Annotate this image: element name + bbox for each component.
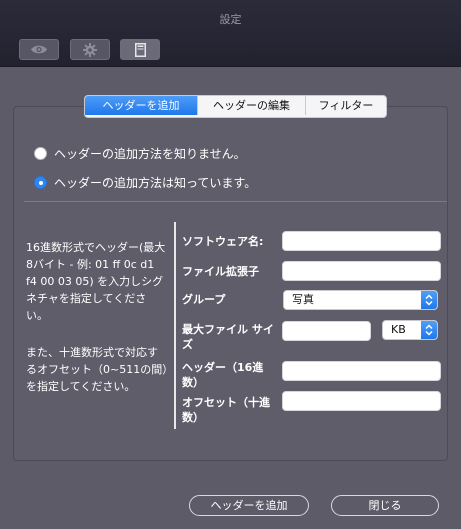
add-header-button[interactable]: ヘッダーを追加 [189,495,309,516]
radio-label-unknown: ヘッダーの追加方法を知りません。 [54,147,246,161]
header-hex-input[interactable] [282,361,441,381]
radio-label-known: ヘッダーの追加方法は知っています。 [54,176,257,190]
toolbar-document-button[interactable] [120,39,160,60]
close-button[interactable]: 閉じる [331,495,439,516]
chevron-updown-icon [421,321,437,339]
tab-add-header[interactable]: ヘッダーを追加 [85,96,198,115]
radio-option-unknown[interactable]: ヘッダーの追加方法を知りません。 [34,145,246,162]
toolbar-settings-button[interactable] [70,39,110,60]
description-paragraph-2: また、十進数形式で対応するオフセット（0~511の間）を指定してください。 [26,346,168,393]
software-name-input[interactable] [282,231,441,251]
tab-bar: ヘッダーを追加 ヘッダーの編集 フィルター [84,95,387,118]
file-extension-input[interactable] [282,261,441,281]
offset-decimal-input[interactable] [282,391,441,411]
group-select-value: 写真 [292,293,314,306]
radio-button-known[interactable] [34,176,47,189]
description-paragraph-1: 16進数形式でヘッダー(最大8バイト - 例: 01 ff 0c d1 f4 0… [26,241,166,322]
max-file-size-input[interactable] [282,321,371,341]
max-file-size-label: 最大ファイル サイズ [182,323,274,351]
header-hex-label: ヘッダー（16進数） [182,361,264,389]
eye-icon [30,44,48,55]
window-title: 設定 [219,13,242,26]
section-divider [24,201,447,202]
group-label: グループ [182,293,226,306]
title-bar: 設定 [0,0,461,67]
radio-button-unknown[interactable] [34,147,47,160]
size-unit-select[interactable]: KB [382,320,438,340]
radio-option-known[interactable]: ヘッダーの追加方法は知っています。 [34,174,256,191]
gear-icon [83,42,97,57]
tab-filter[interactable]: フィルター [306,96,386,115]
vertical-divider [174,222,176,429]
offset-decimal-label: オフセット（十進数） [182,396,270,424]
toolbar-eye-button[interactable] [19,39,59,60]
document-icon [134,42,146,57]
file-extension-label: ファイル拡張子 [182,265,259,278]
tab-edit-header[interactable]: ヘッダーの編集 [198,96,306,115]
chevron-updown-icon [421,291,437,309]
software-name-label: ソフトウェア名: [182,235,264,248]
group-select[interactable]: 写真 [283,290,438,310]
size-unit-value: KB [391,323,406,336]
